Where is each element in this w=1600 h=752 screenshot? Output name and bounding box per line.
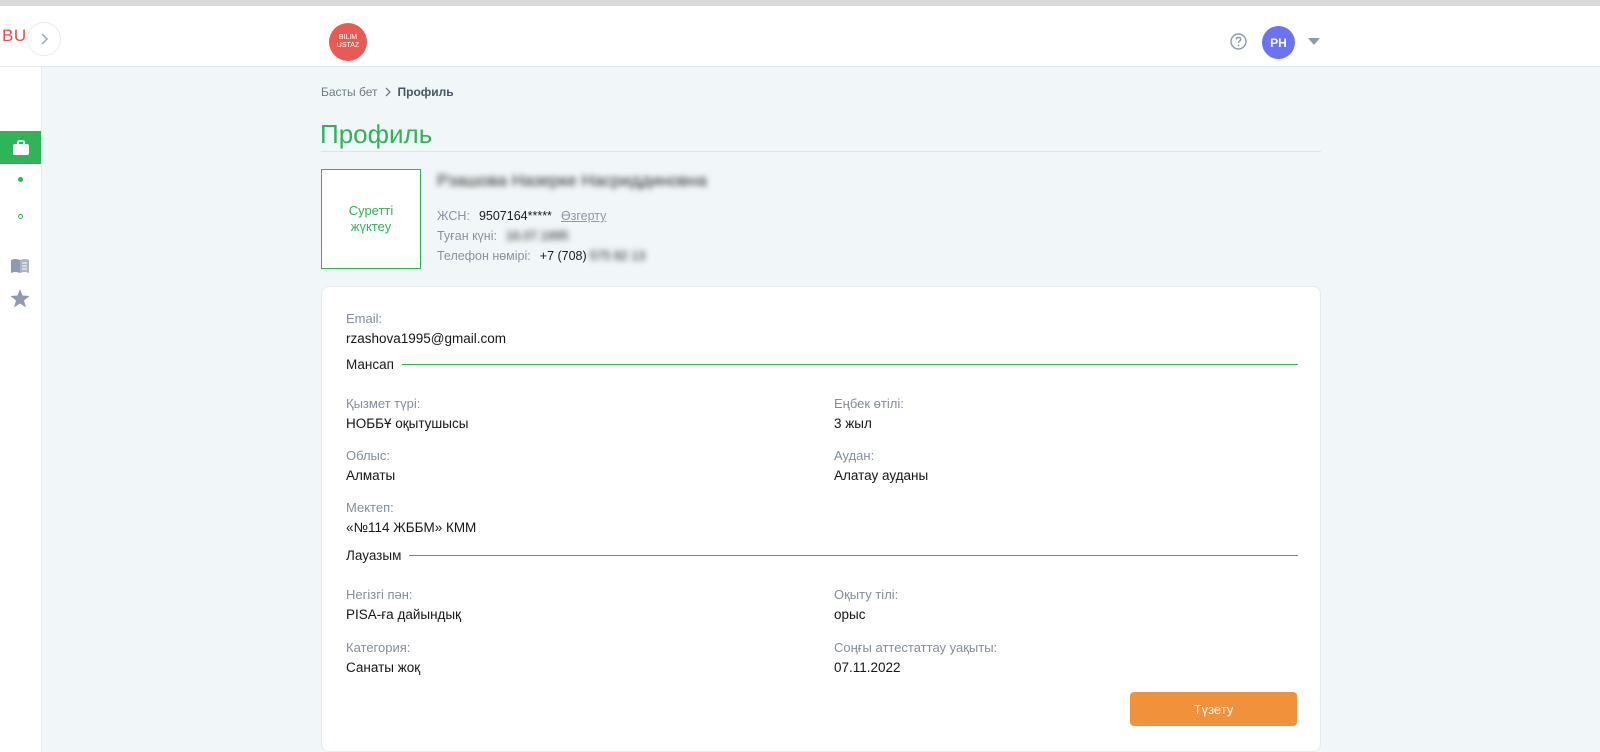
email-value: rzashova1995@gmail.com: [346, 331, 507, 346]
subject-value: PISA-ға дайындық: [346, 607, 462, 622]
phone-row: Телефон нөмірі: +7 (708) 575 82 13: [437, 249, 645, 263]
change-iin-link[interactable]: Өзгерту: [561, 209, 606, 223]
page-title: Профиль: [320, 119, 433, 149]
category-value: Санаты жоқ: [346, 660, 421, 675]
experience-label: Еңбек өтілі:: [834, 396, 904, 411]
attestation-label: Соңғы аттестаттау уақыты:: [834, 640, 998, 655]
avatar-initials: PH: [1270, 35, 1287, 50]
briefcase-icon: [12, 139, 29, 155]
position-section-divider: [409, 555, 1298, 556]
service-type-value: НОББҰ оқытушысы: [346, 416, 469, 431]
help-icon[interactable]: [1230, 33, 1247, 50]
subject-label: Негізгі пән:: [346, 587, 413, 602]
edit-profile-button[interactable]: Түзету: [1130, 692, 1297, 726]
region-value: Алматы: [346, 468, 396, 483]
phone-label: Телефон нөмірі:: [437, 249, 531, 263]
left-sidebar: [0, 67, 42, 752]
phone-rest: 575 82 13: [589, 249, 646, 263]
language-value: орыс: [834, 607, 866, 622]
district-label: Аудан:: [834, 448, 875, 463]
email-label: Email:: [346, 311, 383, 326]
position-section-title: Лауазым: [346, 548, 402, 563]
breadcrumb: Басты бет Профиль: [321, 85, 454, 99]
profile-details-card: Email: rzashova1995@gmail.com Мансап Қыз…: [321, 286, 1321, 752]
school-label: Мектеп:: [346, 500, 394, 515]
bilim-ustaz-logo[interactable]: BILIM USTAZ: [329, 23, 367, 61]
photo-upload-button[interactable]: Суретті жүктеу: [321, 169, 421, 269]
school-value: «№114 ЖББМ» КММ: [346, 520, 477, 535]
birth-value: 16.07.1995: [505, 229, 569, 243]
attestation-value: 07.11.2022: [834, 660, 901, 675]
career-section-title: Мансап: [346, 357, 394, 372]
logo-line2: USTAZ: [336, 42, 360, 49]
position-section-header: Лауазым: [346, 548, 1298, 563]
star-icon[interactable]: [10, 289, 30, 308]
category-label: Категория:: [346, 640, 411, 655]
photo-upload-label: Суретті жүктеу: [348, 203, 394, 234]
chevron-right-icon: [385, 87, 391, 97]
iin-label: ЖСН:: [437, 209, 470, 223]
top-header: BU BILIM USTAZ PH: [0, 6, 1600, 67]
region-label: Облыс:: [346, 448, 391, 463]
chevron-down-icon[interactable]: [1308, 38, 1320, 45]
sidebar-toggle-button[interactable]: [27, 22, 61, 56]
user-avatar[interactable]: PH: [1262, 26, 1295, 59]
sidebar-item-briefcase[interactable]: [0, 131, 41, 164]
birth-label: Туған күні:: [437, 229, 497, 243]
career-section-header: Мансап: [346, 357, 1298, 372]
career-section-divider: [401, 364, 1298, 365]
book-icon[interactable]: [10, 258, 30, 274]
brand-short-logo[interactable]: BU: [2, 26, 27, 46]
experience-value: 3 жыл: [834, 416, 872, 431]
service-type-label: Қызмет түрі:: [346, 396, 421, 411]
user-full-name: Рзашова Назерке Насриддиновна: [437, 171, 707, 190]
language-label: Оқыту тілі:: [834, 587, 899, 602]
logo-line1: BILIM: [338, 34, 358, 41]
iin-row: ЖСН: 9507164***** Өзгерту: [437, 209, 606, 223]
iin-value: 9507164*****: [478, 209, 552, 223]
breadcrumb-current: Профиль: [397, 85, 454, 99]
district-value: Алатау ауданы: [834, 468, 929, 483]
sidebar-item-dot[interactable]: [18, 177, 23, 182]
breadcrumb-home-link[interactable]: Басты бет: [321, 85, 378, 99]
birth-row: Туған күні: 16.07.1995: [437, 229, 569, 243]
chevron-right-icon: [41, 33, 49, 45]
phone-prefix: +7 (708): [539, 249, 587, 263]
sidebar-item-circle[interactable]: [18, 214, 23, 219]
title-divider: [321, 151, 1321, 152]
